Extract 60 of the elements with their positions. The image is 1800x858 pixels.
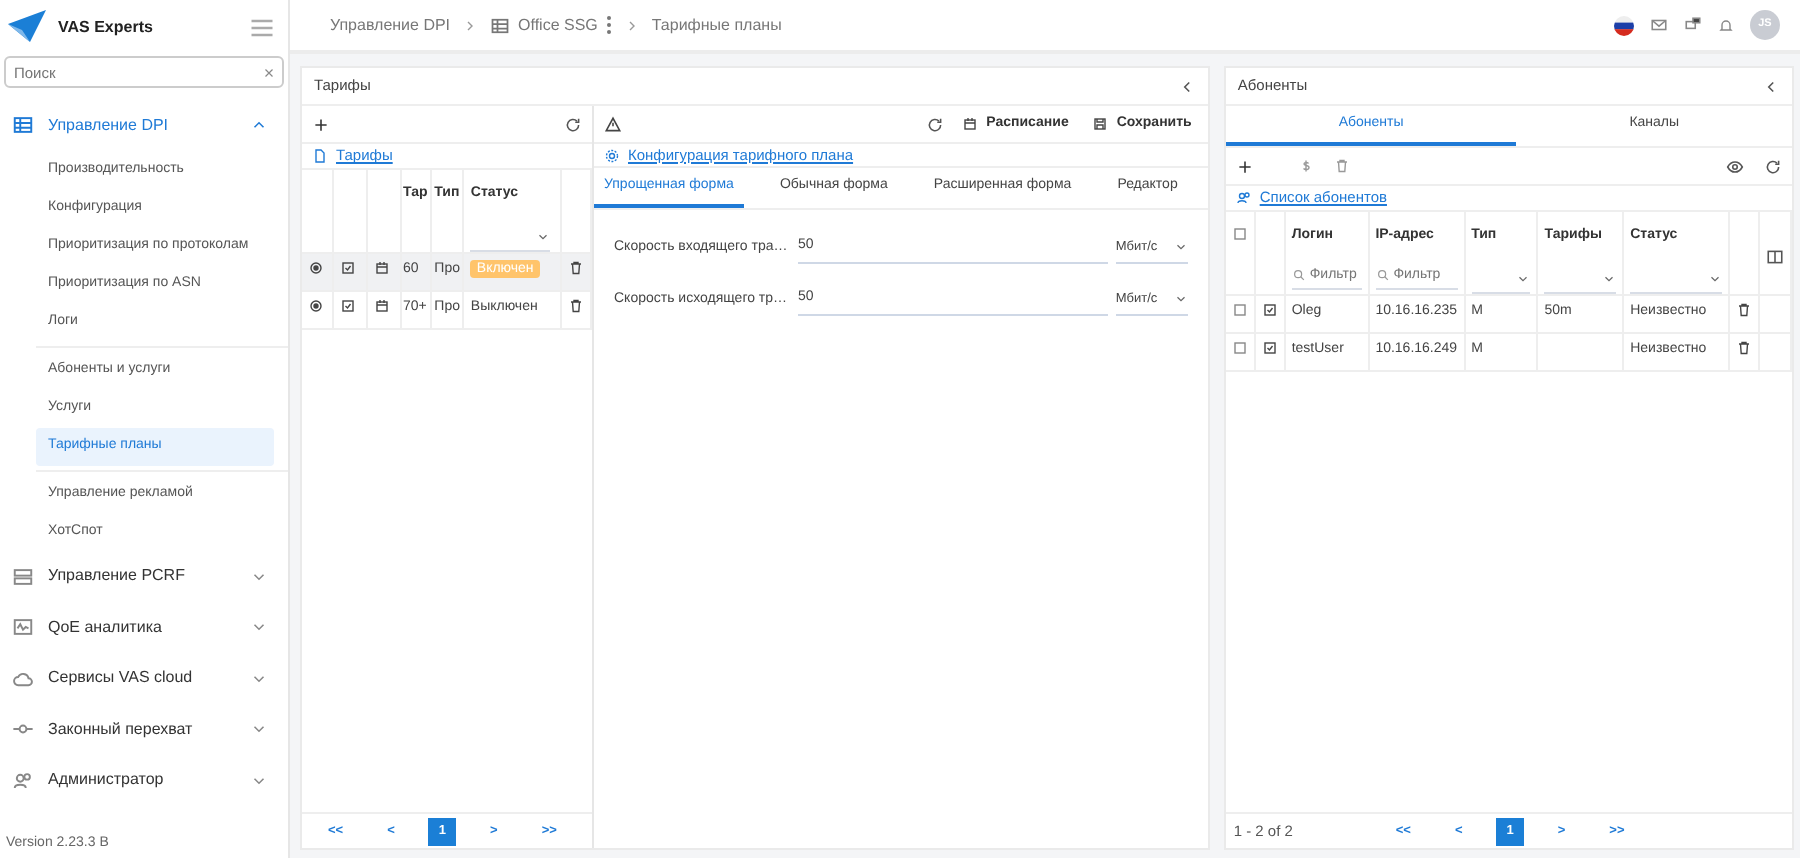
- checkbox-icon[interactable]: [339, 260, 355, 277]
- checkbox-icon[interactable]: [1231, 302, 1248, 319]
- nav-group[interactable]: Управление DPI: [0, 100, 288, 151]
- calendar-icon[interactable]: [373, 298, 389, 315]
- chevron-down-icon: [1708, 272, 1722, 286]
- clear-icon[interactable]: [262, 65, 276, 79]
- server-icon: [12, 565, 34, 588]
- chevron-down-icon: [1602, 272, 1617, 286]
- flag-icon[interactable]: [1614, 15, 1634, 35]
- cloud-icon: [12, 667, 34, 690]
- trash-icon[interactable]: [567, 260, 584, 277]
- chevron-down-icon[interactable]: [536, 230, 551, 244]
- logo-icon: [6, 7, 50, 47]
- columns-icon[interactable]: [1766, 248, 1784, 267]
- save-icon: [1092, 116, 1109, 132]
- dollar-icon[interactable]: [1297, 158, 1314, 174]
- trash-icon[interactable]: [567, 298, 584, 315]
- breadcrumb-link[interactable]: Управление DPI: [330, 13, 451, 37]
- chevron-down-icon: [1173, 240, 1188, 254]
- more-icon: [605, 16, 612, 34]
- warning-icon[interactable]: [604, 115, 622, 133]
- calendar-icon: [962, 116, 979, 132]
- breadcrumb-link[interactable]: Тарифные планы: [651, 13, 782, 37]
- mail-icon[interactable]: [1650, 16, 1668, 34]
- chat-icon[interactable]: [1684, 16, 1702, 34]
- checkbox-icon[interactable]: [1231, 226, 1248, 243]
- refresh-icon[interactable]: [926, 115, 945, 133]
- chevron-down-icon: [1516, 272, 1531, 286]
- eye-icon[interactable]: [1726, 157, 1744, 175]
- document-icon: [312, 148, 328, 164]
- nav-group[interactable]: Законный перехват: [0, 704, 288, 755]
- trash-icon[interactable]: [1736, 340, 1752, 357]
- search-icon: [1291, 267, 1306, 281]
- users-icon: [12, 769, 34, 792]
- nav-group[interactable]: QoE аналитика: [0, 602, 288, 653]
- table-icon: [490, 15, 511, 35]
- search-icon: [1375, 267, 1390, 281]
- checkbox-icon[interactable]: [1231, 340, 1248, 357]
- refresh-icon[interactable]: [1764, 157, 1782, 175]
- add-icon[interactable]: [312, 115, 330, 133]
- nav-group[interactable]: Управление PCRF: [0, 551, 288, 602]
- add-icon[interactable]: [1235, 157, 1254, 175]
- radio-icon[interactable]: [308, 298, 324, 315]
- brand-name: VAS Experts: [58, 15, 153, 39]
- refresh-icon[interactable]: [564, 115, 582, 133]
- calendar-icon[interactable]: [373, 260, 389, 277]
- edit-checkbox-icon[interactable]: [1261, 340, 1278, 357]
- trash-icon[interactable]: [1736, 302, 1752, 319]
- table-icon: [12, 114, 34, 137]
- nav-group[interactable]: Сервисы VAS cloud: [0, 653, 288, 704]
- checkbox-icon[interactable]: [339, 298, 355, 315]
- gear-icon: [604, 147, 620, 163]
- edit-checkbox-icon[interactable]: [1261, 302, 1278, 319]
- bell-icon[interactable]: [1718, 17, 1734, 33]
- monitor-icon: [12, 616, 34, 639]
- chevron-down-icon: [1173, 292, 1188, 306]
- users-icon: [1235, 190, 1252, 206]
- radio-icon[interactable]: [308, 260, 324, 277]
- breadcrumb-link[interactable]: Office SSG: [490, 13, 612, 37]
- nav-group[interactable]: Администратор: [0, 755, 288, 806]
